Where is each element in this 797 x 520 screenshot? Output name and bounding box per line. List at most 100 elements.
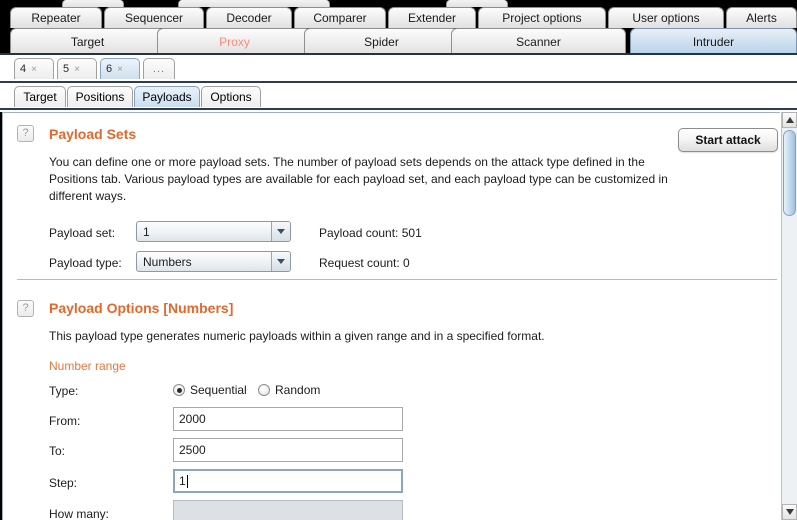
scroll-up-arrow-icon[interactable] [782, 112, 797, 128]
payload-sets-title: Payload Sets [49, 126, 137, 142]
attack-tab-6[interactable]: 6 × [100, 58, 140, 79]
tab-payloads[interactable]: Payloads [134, 86, 200, 107]
suite-tab-extender[interactable]: Extender [388, 7, 476, 28]
step-value: 1 [179, 474, 186, 488]
inner-tab-label: Options [210, 90, 252, 104]
suite-tab-label: Target [70, 35, 105, 49]
how-many-label: How many: [49, 507, 110, 520]
start-attack-button[interactable]: Start attack [678, 128, 778, 152]
payload-set-label: Payload set: [49, 226, 116, 240]
attack-tab-overflow[interactable]: ... [143, 58, 175, 79]
from-value: 2000 [179, 412, 206, 426]
suite-tab-spider[interactable]: Spider [304, 28, 459, 55]
request-count: Request count: 0 [319, 256, 410, 270]
suite-tab-label: Scanner [516, 35, 561, 49]
suite-tab-decoder[interactable]: Decoder [206, 7, 292, 28]
suite-tab-target[interactable]: Target [10, 28, 165, 55]
cropped-tab-stub [446, 0, 508, 7]
suite-tab-project-options[interactable]: Project options [478, 7, 606, 28]
payload-type-label: Payload type: [49, 256, 122, 270]
vertical-scrollbar[interactable] [781, 112, 797, 520]
attack-tab-4[interactable]: 4 × [14, 58, 54, 79]
close-icon[interactable]: × [31, 64, 37, 75]
from-input[interactable]: 2000 [173, 407, 403, 431]
attack-tab-label: 5 [63, 63, 70, 75]
payload-set-dropdown[interactable]: 1 [136, 221, 291, 242]
inner-tab-label: Positions [75, 90, 125, 104]
suite-tab-comparer[interactable]: Comparer [294, 7, 386, 28]
radio-sequential[interactable]: Sequential [173, 383, 247, 397]
suite-tab-scanner[interactable]: Scanner [451, 28, 626, 55]
type-label: Type: [49, 384, 79, 398]
payload-count: Payload count: 501 [319, 226, 422, 240]
start-attack-label: Start attack [695, 133, 761, 147]
how-many-input [173, 500, 403, 520]
suite-tab-alerts[interactable]: Alerts [726, 7, 797, 28]
radio-sequential-indicator[interactable] [173, 384, 185, 396]
suite-tab-label: User options [632, 11, 700, 25]
suite-tab-label: Decoder [226, 11, 272, 25]
section-divider [17, 279, 777, 280]
to-input[interactable]: 2500 [173, 438, 403, 462]
suite-tab-label: Proxy [219, 35, 250, 49]
tab-positions[interactable]: Positions [67, 86, 133, 107]
attack-tab-5[interactable]: 5 × [57, 58, 97, 79]
suite-tab-label: Project options [502, 11, 582, 25]
payload-options-description: This payload type generates numeric payl… [49, 329, 545, 343]
close-icon[interactable]: × [117, 64, 123, 75]
suite-tab-label: Intruder [692, 35, 735, 49]
payload-type-value: Numbers [143, 254, 192, 269]
cropped-tab-stub [62, 0, 124, 7]
chevron-down-icon[interactable] [271, 222, 290, 241]
suite-tab-label: Repeater [31, 11, 81, 25]
top-cropped-tab-strip [0, 0, 797, 7]
to-label: To: [49, 444, 66, 458]
radio-sequential-label: Sequential [190, 383, 247, 397]
suite-tab-sequencer[interactable]: Sequencer [104, 7, 204, 28]
close-icon[interactable]: × [74, 64, 80, 75]
suite-tab-proxy[interactable]: Proxy [157, 28, 312, 55]
inner-tab-label: Payloads [142, 90, 192, 104]
inner-tab-label: Target [23, 90, 57, 104]
payloads-panel: ? Payload Sets Start attack You can defi… [2, 112, 780, 520]
suite-tab-user-options[interactable]: User options [608, 7, 724, 28]
cropped-tab-stub [178, 0, 330, 7]
chevron-down-icon[interactable] [271, 252, 290, 271]
payload-sets-description: You can define one or more payload sets.… [49, 155, 668, 203]
attack-tab-label: ... [152, 63, 166, 75]
attack-tab-label: 4 [20, 63, 27, 75]
step-input[interactable]: 1 [173, 469, 403, 493]
radio-random-label: Random [275, 383, 321, 397]
attack-tab-row: 4 × 5 × 6 × ... [0, 55, 797, 82]
payload-set-value: 1 [143, 224, 150, 239]
tab-options[interactable]: Options [201, 86, 261, 107]
intruder-inner-tab-row: Target Positions Payloads Options [0, 83, 797, 109]
tab-target[interactable]: Target [14, 86, 66, 107]
suite-tab-row-secondary: Repeater Sequencer Decoder Comparer Exte… [0, 7, 797, 28]
suite-tab-label: Extender [407, 11, 457, 25]
radio-random[interactable]: Random [258, 383, 320, 397]
help-icon-glyph: ? [22, 302, 29, 314]
suite-tab-row-primary: Target Proxy Spider Scanner Intruder [0, 28, 797, 55]
suite-tab-label: Alerts [746, 11, 777, 25]
suite-tab-label: Spider [364, 35, 399, 49]
suite-tab-label: Sequencer [124, 11, 184, 25]
burp-suite-window: Repeater Sequencer Decoder Comparer Exte… [0, 0, 797, 520]
radio-random-indicator[interactable] [258, 384, 270, 396]
from-label: From: [49, 414, 81, 428]
payload-options-title: Payload Options [Numbers] [49, 300, 234, 316]
scrollbar-thumb[interactable] [783, 130, 796, 216]
number-range-label: Number range [49, 359, 126, 373]
help-icon-payload-sets[interactable]: ? [17, 125, 34, 142]
suite-tab-label: Comparer [313, 11, 367, 25]
scroll-down-arrow-icon[interactable] [782, 504, 797, 520]
text-cursor [186, 474, 188, 488]
step-label: Step: [49, 476, 78, 490]
suite-tab-intruder[interactable]: Intruder [630, 28, 797, 55]
to-value: 2500 [179, 443, 206, 457]
suite-tab-repeater[interactable]: Repeater [10, 7, 102, 28]
help-icon-glyph: ? [22, 127, 29, 139]
attack-tab-label: 6 [106, 63, 113, 75]
payload-type-dropdown[interactable]: Numbers [136, 251, 291, 272]
help-icon-payload-options[interactable]: ? [17, 300, 34, 317]
